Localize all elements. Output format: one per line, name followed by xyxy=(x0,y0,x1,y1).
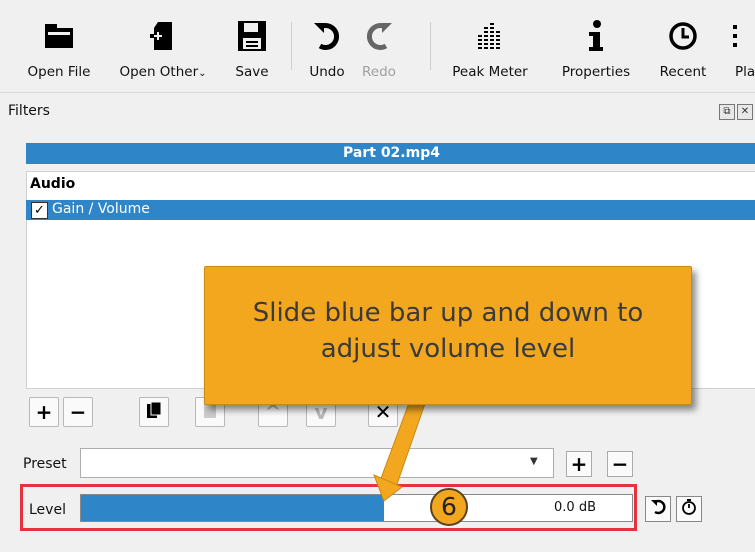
floppy-icon xyxy=(226,14,278,58)
stopwatch-icon xyxy=(681,499,697,519)
gain-volume-checkbox[interactable]: ✓ xyxy=(31,202,48,219)
redo-label: Redo xyxy=(362,64,396,80)
save-label: Save xyxy=(235,64,269,80)
remove-filter-button[interactable]: − xyxy=(63,397,93,427)
more-icon xyxy=(730,14,755,58)
float-panel-icon[interactable]: ⧉ xyxy=(719,104,735,120)
copy-filter-button[interactable] xyxy=(139,397,169,427)
file-plus-icon xyxy=(112,14,214,58)
callout-line-1: Slide blue bar up and down to xyxy=(252,298,644,328)
info-icon xyxy=(548,14,644,58)
open-other-button[interactable]: Open Other⌄ xyxy=(112,0,214,90)
folder-icon xyxy=(18,14,100,58)
callout-text: Slide blue bar up and down to adjust vol… xyxy=(205,295,691,367)
recent-button[interactable]: Recent xyxy=(652,0,714,90)
clock-icon xyxy=(652,14,714,58)
open-file-label: Open File xyxy=(27,64,91,80)
add-filter-button[interactable]: + xyxy=(29,397,59,427)
chevron-down-icon: ⌄ xyxy=(198,68,207,79)
reset-level-button[interactable] xyxy=(645,496,671,522)
chevron-down-icon: ▼ xyxy=(530,456,538,467)
save-button[interactable]: Save xyxy=(226,0,278,90)
undo-button[interactable]: Undo xyxy=(302,0,352,90)
delete-preset-button[interactable]: − xyxy=(607,451,633,477)
gain-volume-label: Gain / Volume xyxy=(52,201,150,217)
callout-pointer xyxy=(373,395,429,502)
peak-meter-label: Peak Meter xyxy=(452,64,528,80)
playlist-label: Pla xyxy=(735,64,755,80)
keyframe-level-button[interactable] xyxy=(676,496,702,522)
peak-meter-icon xyxy=(442,14,538,58)
copy-icon xyxy=(146,400,162,424)
properties-label: Properties xyxy=(561,64,631,80)
playlist-button[interactable]: Pla xyxy=(730,0,755,90)
undo-icon xyxy=(650,499,666,519)
undo-label: Undo xyxy=(309,64,345,80)
filters-panel-title: Filters xyxy=(8,103,50,119)
audio-group-heading: Audio xyxy=(30,176,76,192)
properties-button[interactable]: Properties xyxy=(548,0,644,90)
preset-combobox[interactable] xyxy=(80,448,554,478)
open-file-button[interactable]: Open File xyxy=(18,0,100,90)
peak-meter-button[interactable]: Peak Meter xyxy=(442,0,538,90)
toolbar-separator xyxy=(291,22,292,70)
open-other-label: Open Other⌄ xyxy=(119,64,207,80)
callout-box: Slide blue bar up and down to adjust vol… xyxy=(204,266,692,405)
recent-label: Recent xyxy=(659,64,707,80)
toolbar-separator xyxy=(430,22,431,70)
callout-line-2: adjust volume level xyxy=(320,334,576,364)
preset-label: Preset xyxy=(23,456,67,472)
step-number-badge: 6 xyxy=(430,488,468,526)
close-panel-icon[interactable]: ✕ xyxy=(737,104,753,120)
highlight-box xyxy=(20,484,637,531)
redo-icon xyxy=(354,14,404,58)
clip-name-bar: Part 02.mp4 xyxy=(26,143,755,164)
save-preset-button[interactable]: + xyxy=(566,451,592,477)
undo-icon xyxy=(302,14,352,58)
main-toolbar: Open File Open Other⌄ Save Undo Redo Pea… xyxy=(0,0,755,93)
redo-button[interactable]: Redo xyxy=(354,0,404,90)
